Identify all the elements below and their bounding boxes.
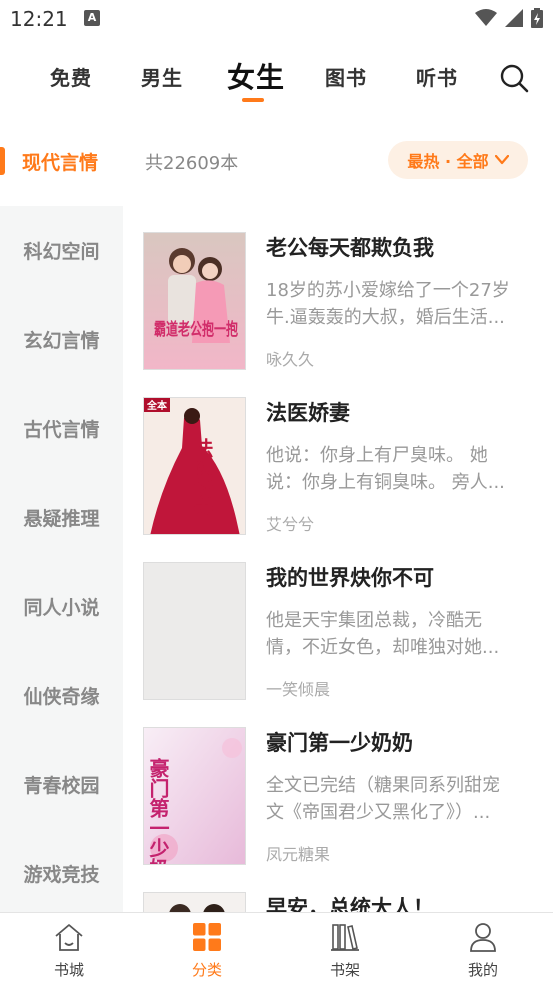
cover-title-text: 法医娇妻 <box>190 437 214 518</box>
description-line: 文《帝国君少又黑化了》）... <box>266 802 491 823</box>
description-line: 情，不近女色，却唯独对她... <box>266 637 500 658</box>
nav-profile[interactable]: 我的 <box>414 913 552 984</box>
book-item[interactable]: 我的世界炔你不可 他是天宇集团总裁，冷酷无 情，不近女色，却唯独对她... 一笑… <box>123 536 553 701</box>
book-cover[interactable] <box>143 892 246 912</box>
sidebar-item-scifi-space[interactable]: 科幻空间 <box>0 237 123 264</box>
category-grid-icon <box>193 923 221 951</box>
user-icon <box>470 923 496 952</box>
tab-female[interactable]: 女生 <box>227 56 285 96</box>
book-cover[interactable]: 豪门第一少奶奶 <box>143 727 246 865</box>
book-description: 他是天宇集团总裁，冷酷无 情，不近女色，却唯独对她... <box>266 607 534 661</box>
description-line: 全文已完结（糖果同系列甜宠 <box>266 775 500 796</box>
top-tabs: 免费 男生 女生 图书 听书 <box>0 48 553 108</box>
category-sidebar: 科幻空间 玄幻言情 古代言情 悬疑推理 同人小说 仙侠奇缘 青春校园 游戏竞技 <box>0 206 123 912</box>
nav-label: 书城 <box>53 961 84 979</box>
cover-title-text: 霸道老公抱一抱 <box>154 319 238 340</box>
book-cover[interactable]: 全本 法医娇妻 <box>143 397 246 535</box>
sidebar-item-gaming[interactable]: 游戏竞技 <box>0 860 123 887</box>
home-icon <box>55 924 83 951</box>
book-title[interactable]: 豪门第一少奶奶 <box>266 727 413 757</box>
book-description: 全文已完结（糖果同系列甜宠 文《帝国君少又黑化了》）... <box>266 772 534 826</box>
book-author: 咏久久 <box>266 350 315 369</box>
category-header: 现代言情 共22609本 最热 · 全部 <box>0 138 553 184</box>
signal-icon <box>505 9 523 27</box>
status-time: 12:21 <box>10 7 68 31</box>
wifi-icon <box>475 9 497 26</box>
book-cover[interactable]: 霸道老公抱一抱 <box>143 232 246 370</box>
description-line: 他说：你身上有尸臭味。 她 <box>266 445 488 466</box>
book-title[interactable]: 法医娇妻 <box>266 397 350 427</box>
book-item[interactable]: 全本 法医娇妻 法医娇妻 他说：你身上有尸臭味。 她 说：你身上有铜臭味。 旁人… <box>123 371 553 536</box>
book-title[interactable]: 老公每天都欺负我 <box>266 232 434 262</box>
bookshelf-icon <box>331 924 359 951</box>
sidebar-item-xianxia[interactable]: 仙侠奇缘 <box>0 682 123 709</box>
book-description: 他说：你身上有尸臭味。 她 说：你身上有铜臭味。 旁人... <box>266 442 534 496</box>
cover-badge: 全本 <box>146 399 168 412</box>
book-cover-placeholder[interactable] <box>143 562 246 700</box>
description-line: 说：你身上有铜臭味。 旁人... <box>266 472 505 493</box>
sidebar-item-mystery[interactable]: 悬疑推理 <box>0 504 123 531</box>
sidebar-item-youth-campus[interactable]: 青春校园 <box>0 771 123 798</box>
current-category[interactable]: 现代言情 <box>22 148 98 175</box>
status-bar: 12:21 A <box>0 0 553 38</box>
book-item[interactable]: 霸道老公抱一抱 老公每天都欺负我 18岁的苏小爱嫁给了一个27岁 牛.逼轰轰的大… <box>123 206 553 371</box>
tab-male[interactable]: 男生 <box>141 62 183 91</box>
bottom-nav: 书城 分类 书架 我的 <box>0 912 553 984</box>
description-line: 牛.逼轰轰的大叔，婚后生活... <box>266 307 505 328</box>
book-list: 霸道老公抱一抱 老公每天都欺负我 18岁的苏小爱嫁给了一个27岁 牛.逼轰轰的大… <box>123 206 553 912</box>
book-author: 艾兮兮 <box>266 515 315 534</box>
sidebar-item-ancient-romance[interactable]: 古代言情 <box>0 415 123 442</box>
nav-category[interactable]: 分类 <box>138 913 276 984</box>
description-line: 他是天宇集团总裁，冷酷无 <box>266 610 482 631</box>
nav-bookshelf[interactable]: 书架 <box>276 913 414 984</box>
sort-label: 最热 · 全部 <box>407 152 489 171</box>
description-line: 18岁的苏小爱嫁给了一个27岁 <box>266 280 510 301</box>
sidebar-item-fanfiction[interactable]: 同人小说 <box>0 593 123 620</box>
status-icons <box>475 8 543 28</box>
sort-filter-button[interactable]: 最热 · 全部 <box>388 141 528 179</box>
battery-icon <box>531 8 543 28</box>
tab-audio[interactable]: 听书 <box>416 62 458 91</box>
search-icon[interactable] <box>498 62 530 94</box>
book-item[interactable]: 早安，总统大人！ <box>123 866 553 912</box>
notification-icon: A <box>84 10 100 26</box>
book-item[interactable]: 豪门第一少奶奶 豪门第一少奶奶 全文已完结（糖果同系列甜宠 文《帝国君少又黑化了… <box>123 701 553 866</box>
nav-label: 分类 <box>191 961 222 979</box>
tab-free[interactable]: 免费 <box>50 62 92 91</box>
chevron-down-icon <box>494 155 509 165</box>
book-description: 18岁的苏小爱嫁给了一个27岁 牛.逼轰轰的大叔，婚后生活... <box>266 277 534 331</box>
nav-label: 书架 <box>329 961 360 979</box>
book-count: 共22609本 <box>145 153 239 174</box>
tab-books[interactable]: 图书 <box>325 62 367 91</box>
book-title[interactable]: 早安，总统大人！ <box>266 892 434 912</box>
active-tab-indicator <box>242 98 264 102</box>
cover-title-text: 豪门第一少奶奶 <box>146 757 170 865</box>
selected-category-marker <box>0 147 5 175</box>
book-author: 凤元糖果 <box>266 845 331 864</box>
book-title[interactable]: 我的世界炔你不可 <box>266 562 434 592</box>
nav-label: 我的 <box>467 961 498 979</box>
book-author: 一笑倾晨 <box>266 680 331 699</box>
nav-bookstore[interactable]: 书城 <box>0 913 138 984</box>
sidebar-item-fantasy-romance[interactable]: 玄幻言情 <box>0 326 123 353</box>
